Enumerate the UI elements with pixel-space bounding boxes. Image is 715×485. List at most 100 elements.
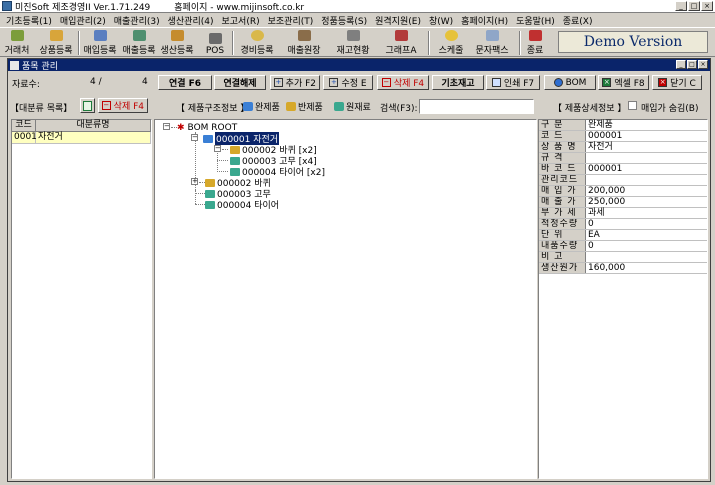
excel-button[interactable]: × 엑셀 F8 (598, 75, 649, 90)
detail-row-vat: 부 가 세 과세 (539, 208, 707, 219)
close-icon: × (658, 78, 668, 87)
detail-value[interactable]: 250,000 (586, 197, 707, 207)
legend-raw: 원재료 (334, 100, 371, 113)
menu-report[interactable]: 보고서(R) (218, 14, 264, 27)
link-button[interactable]: 연결 F6 (158, 75, 212, 90)
menu-help[interactable]: 도움말(H) (512, 14, 559, 27)
detail-row-unit: 단 위 EA (539, 230, 707, 241)
detail-value[interactable]: 000001 (586, 164, 707, 174)
add-button[interactable]: + 추가 F2 (270, 75, 320, 90)
production-icon (170, 30, 184, 41)
expense-register-button[interactable]: 경비등록 (238, 30, 276, 56)
edit-button[interactable]: + 수정 E (323, 75, 373, 90)
menu-purchase[interactable]: 매입관리(2) (56, 14, 110, 27)
detail-value[interactable]: 000001 (586, 131, 707, 141)
detail-value[interactable]: EA (586, 230, 707, 240)
sms-fax-button[interactable]: 문자팩스 (471, 30, 513, 56)
collapse-toggle[interactable]: − (163, 123, 170, 130)
delete-button[interactable]: − 삭제 F4 (377, 75, 429, 90)
detail-value[interactable]: 과세 (586, 208, 707, 218)
detail-value[interactable]: 160,000 (586, 263, 707, 273)
toolbar-separator (519, 31, 521, 55)
child-maximize-button[interactable]: □ (687, 60, 697, 69)
toolbar-separator (232, 31, 234, 55)
print-button[interactable]: 인쇄 F7 (486, 75, 540, 90)
menu-exit[interactable]: 종료(X) (559, 14, 597, 27)
schedule-icon (444, 30, 458, 41)
menu-auxiliary[interactable]: 보조관리(T) (264, 14, 318, 27)
maximize-button[interactable]: □ (688, 1, 700, 11)
app-titlebar: 미진Soft 제조경영II Ver.1.71.249 홈페이지 - www.mi… (0, 0, 715, 13)
detail-value[interactable]: 0 (586, 219, 707, 229)
detail-value[interactable] (586, 175, 707, 185)
menu-license[interactable]: 정품등록(S) (317, 14, 371, 27)
close-button[interactable]: × (701, 1, 713, 11)
purchase-register-button[interactable]: 매입등록 (82, 30, 118, 56)
detail-value[interactable]: 200,000 (586, 186, 707, 196)
tree-line (195, 190, 196, 204)
base-stock-button[interactable]: 기초재고 (432, 75, 484, 90)
sales-ledger-button[interactable]: 매출원장 (283, 30, 325, 56)
finished-product-icon (243, 102, 253, 111)
hide-purchase-price-label: 매입가 숨김(B) (641, 104, 699, 114)
exit-toolbar-button[interactable]: 종료 (524, 30, 546, 56)
detail-value[interactable]: 0 (586, 241, 707, 251)
detail-value[interactable]: 완제품 (586, 120, 707, 130)
tree-line (222, 149, 228, 150)
raw-material-icon (334, 102, 344, 111)
menu-window[interactable]: 창(W) (425, 14, 457, 27)
menu-remote-support[interactable]: 원격지원(E) (371, 14, 425, 27)
schedule-button[interactable]: 스케줄 (436, 30, 466, 56)
graph-button[interactable]: 그래프A (382, 30, 420, 56)
finished-product-icon (203, 134, 213, 143)
demo-version-banner: Demo Version (558, 31, 708, 53)
handshake-icon (10, 30, 24, 41)
inventory-icon (346, 30, 360, 41)
menu-bar: 기초등록(1) 매입관리(2) 매출관리(3) 생산관리(4) 보고서(R) 보… (0, 13, 715, 27)
detail-row-name: 상 품 명 자전거 (539, 142, 707, 153)
pos-icon (208, 33, 222, 44)
legend-semi: 반제품 (286, 100, 323, 113)
detail-value[interactable] (586, 153, 707, 163)
detail-value[interactable] (586, 252, 707, 262)
sales-register-button[interactable]: 매출등록 (120, 30, 158, 56)
category-code-cell: 0001 (14, 132, 37, 143)
tree-line (195, 204, 205, 205)
inventory-status-button[interactable]: 재고현황 (333, 30, 373, 56)
unlink-button[interactable]: 연결해제 (214, 75, 266, 90)
sales-icon (132, 30, 146, 41)
tree-node[interactable]: 000004 타이어 (205, 199, 279, 211)
detail-value[interactable]: 자전거 (586, 142, 707, 152)
hide-purchase-price-checkbox[interactable] (628, 101, 637, 110)
toolbar-separator (428, 31, 430, 55)
root-star-icon: ✱ (177, 122, 185, 133)
window-controls: _ □ × (675, 1, 713, 11)
production-register-button[interactable]: 생산등록 (158, 30, 196, 56)
collapse-toggle[interactable]: − (214, 145, 221, 152)
collapse-toggle[interactable]: − (191, 134, 198, 141)
minus-icon: − (102, 101, 111, 110)
table-row[interactable]: 0001 자전거 (12, 132, 151, 144)
semi-product-icon (205, 178, 215, 187)
detail-row-purchase-price: 매 입 가 200,000 (539, 186, 707, 197)
bom-button[interactable]: BOM (544, 75, 596, 90)
category-name-cell: 자전거 (36, 132, 151, 143)
product-register-button[interactable]: 상품등록 (38, 30, 74, 56)
search-input[interactable] (419, 99, 534, 114)
customer-button[interactable]: 거래처 (3, 30, 31, 56)
child-titlebar: 품목 관리 _ □ × (8, 59, 710, 72)
semi-product-icon (230, 145, 240, 154)
child-minimize-button[interactable]: _ (676, 60, 686, 69)
close-window-button[interactable]: × 닫기 C (652, 75, 702, 90)
minimize-button[interactable]: _ (675, 1, 687, 11)
child-close-button[interactable]: × (698, 60, 708, 69)
menu-homepage[interactable]: 홈페이지(H) (457, 14, 512, 27)
category-delete-button[interactable]: − 삭제 F4 (98, 98, 148, 113)
bom-tree: − − − + ✱ BOM ROOT 000001 자전거 000002 바퀴 [… (154, 119, 537, 479)
menu-basic-registration[interactable]: 기초등록(1) (2, 14, 56, 27)
new-category-button[interactable] (80, 98, 95, 113)
pos-button[interactable]: POS (204, 30, 226, 56)
menu-production[interactable]: 생산관리(4) (164, 14, 218, 27)
menu-sales[interactable]: 매출관리(3) (110, 14, 164, 27)
expand-toggle[interactable]: + (191, 178, 198, 185)
